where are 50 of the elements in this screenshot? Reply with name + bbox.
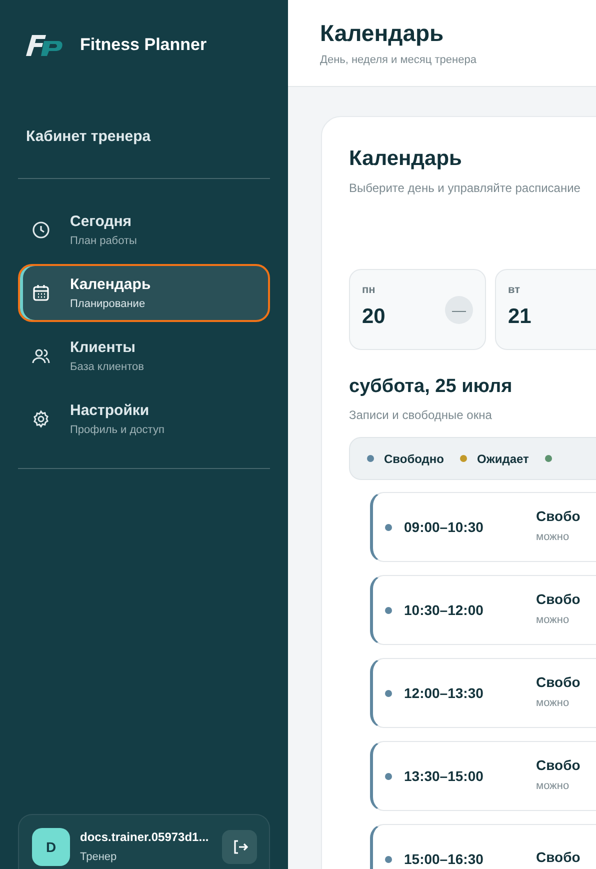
page-title: Календарь [320,20,445,47]
slot-status: Свобо [536,508,580,524]
slot-time: 10:30–12:00 [404,602,484,618]
users-icon [32,347,50,365]
card-title: Календарь [349,147,463,171]
slot-note: можно [536,696,570,708]
nav-item[interactable]: Клиенты База клиентов [18,327,270,385]
sidebar-heading: Кабинет тренера [26,128,152,145]
slot-time: 12:00–13:30 [404,685,484,701]
slot-note: можно [536,614,570,626]
slot-status: Свобо [536,849,580,865]
slot-time: 15:00–16:30 [404,851,484,867]
card-subtitle: Выберите день и управляйте расписание [349,181,582,195]
user-name: docs.trainer.05973d1... [80,830,210,844]
weekday-label: пн [362,284,376,296]
day-card[interactable]: вт 21 [495,269,596,350]
slot-status: Свобо [536,756,580,772]
weekday-label: вт [508,284,522,296]
slot-time: 13:30–15:00 [404,768,484,784]
time-slot[interactable]: 15:00–16:30 Свобо [370,824,596,869]
time-slot[interactable]: 09:00–10:30 Свобо можно [370,492,596,562]
day-number: 21 [508,305,532,329]
logout-button[interactable] [222,830,257,864]
day-title: суббота, 25 июля [349,376,514,398]
nav-item[interactable]: Календарь Планирование [18,264,270,322]
day-subtitle: Записи и свободные окна [349,408,493,422]
day-card[interactable]: пн 20 — [349,269,486,350]
time-slot[interactable]: 12:00–13:30 Свобо можно [370,658,596,728]
slot-note: можно [536,530,570,542]
clock-icon [32,221,50,239]
time-slot[interactable]: 10:30–12:00 Свобо можно [370,575,596,645]
logout-icon [232,839,248,855]
slot-status: Свобо [536,674,580,690]
user-role: Тренер [80,851,118,863]
nav-item[interactable]: Сегодня План работы [18,201,270,259]
calendar-icon [32,284,50,302]
app-title: Fitness Planner [80,35,207,55]
avatar: D [32,828,70,866]
nav-item[interactable]: Настройки Профиль и доступ [18,390,270,448]
logo-icon [26,33,64,57]
time-slot[interactable]: 13:30–15:00 Свобо можно [370,741,596,811]
slot-status: Свобо [536,590,580,606]
day-indicator: — [445,296,473,324]
settings-icon [32,410,50,428]
legend-label: Свободно [384,452,444,466]
slot-time: 09:00–10:30 [404,519,484,535]
page-subtitle: День, неделя и месяц тренера [320,54,478,66]
legend-label: Ожидает [477,452,529,466]
slot-note: можно [536,780,570,792]
day-number: 20 [362,305,386,329]
